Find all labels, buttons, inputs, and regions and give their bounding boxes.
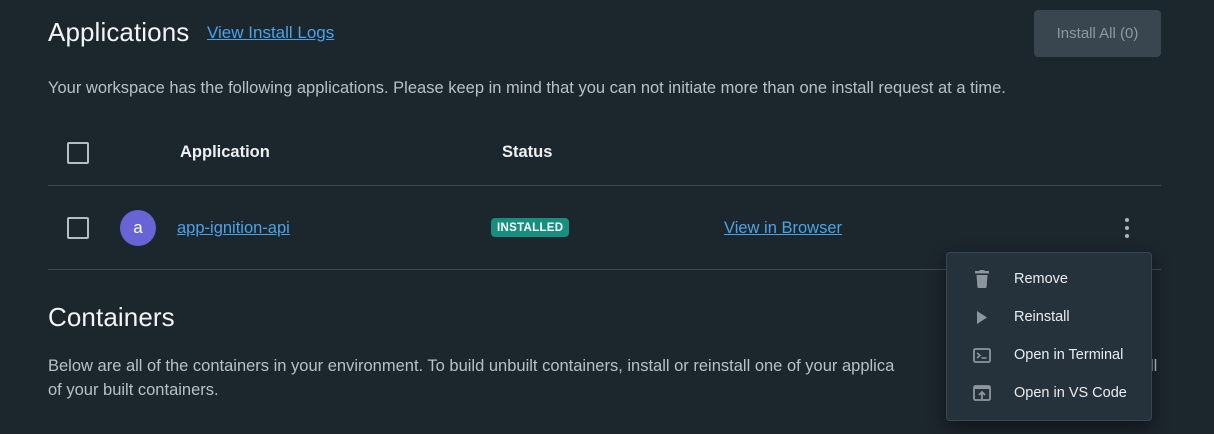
application-name-link[interactable]: app-ignition-api [177,219,290,238]
install-all-button[interactable]: Install All (0) [1034,10,1161,57]
applications-description: Your workspace has the following applica… [48,79,1006,97]
play-icon [973,308,991,326]
avatar: a [120,210,156,246]
menu-item-label: Open in VS Code [1014,385,1127,401]
containers-description-line2: of your built containers. [48,381,219,399]
column-header-application: Application [180,143,270,161]
select-all-checkbox[interactable] [67,142,89,164]
view-install-logs-link[interactable]: View Install Logs [207,23,334,43]
avatar-letter: a [133,218,143,237]
column-header-status: Status [502,143,553,161]
trash-icon [973,270,991,288]
status-badge: INSTALLED [491,218,570,237]
menu-item-reinstall[interactable]: Reinstall [947,298,1151,336]
menu-item-label: Remove [1014,271,1068,287]
containers-description-line1: Below are all of the containers in your … [48,357,895,375]
row-context-menu: Remove Reinstall Open in Terminal Open i… [946,252,1152,421]
more-vert-icon[interactable] [1117,216,1137,240]
containers-heading: Containers [48,302,175,332]
view-in-browser-link[interactable]: View in Browser [724,219,842,238]
table-header-divider [48,185,1161,186]
open-in-window-icon [973,384,991,402]
menu-item-open-vscode[interactable]: Open in VS Code [947,374,1151,412]
menu-item-label: Reinstall [1014,309,1070,325]
terminal-icon [973,346,991,364]
applications-heading: Applications [48,17,190,47]
menu-item-remove[interactable]: Remove [947,260,1151,298]
menu-item-open-terminal[interactable]: Open in Terminal [947,336,1151,374]
menu-item-label: Open in Terminal [1014,347,1124,363]
row-select-checkbox[interactable] [67,217,89,239]
